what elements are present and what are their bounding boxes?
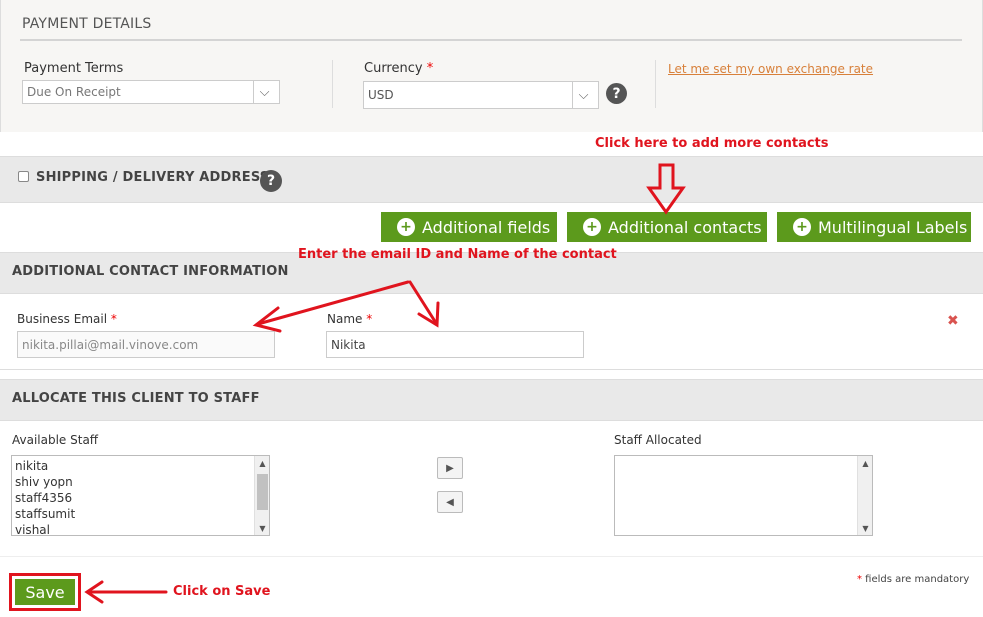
multilingual-labels-label: Multilingual Labels [818, 217, 968, 237]
payment-terms-value: Due On Receipt [27, 85, 121, 99]
divider [332, 60, 333, 108]
exchange-rate-link[interactable]: Let me set my own exchange rate [668, 62, 873, 76]
chevron-down-icon: ⌵ [572, 82, 594, 108]
save-highlight-box: Save [9, 573, 81, 611]
section-divider [20, 39, 962, 41]
additional-contacts-label: Additional contacts [608, 217, 762, 237]
staff-allocated-label: Staff Allocated [614, 433, 702, 447]
name-label: Name * [327, 312, 373, 326]
annotation-contacts-hint: Click here to add more contacts [595, 136, 829, 151]
list-item[interactable]: nikita [12, 458, 269, 474]
list-item[interactable]: staffsumit [12, 506, 269, 522]
divider [0, 556, 983, 557]
scroll-up-icon[interactable]: ▲ [255, 456, 269, 470]
payment-terms-label: Payment Terms [24, 61, 124, 76]
available-staff-list[interactable]: nikita shiv yopn staff4356 staffsumit vi… [11, 455, 270, 536]
staff-section-title: ALLOCATE THIS CLIENT TO STAFF [12, 391, 260, 406]
divider [655, 60, 656, 108]
currency-select[interactable]: USD ⌵ [363, 81, 599, 109]
shipping-title: SHIPPING / DELIVERY ADDRESS [36, 170, 270, 185]
scrollbar-thumb[interactable] [257, 474, 268, 510]
scroll-down-icon[interactable]: ▼ [255, 521, 269, 535]
shipping-help-icon[interactable]: ? [260, 170, 282, 192]
payment-details-title: PAYMENT DETAILS [22, 16, 152, 32]
save-button[interactable]: Save [15, 579, 75, 605]
currency-help-icon[interactable]: ? [606, 83, 627, 104]
mandatory-note: * fields are mandatory [857, 574, 970, 585]
divider [0, 369, 983, 370]
plus-circle-icon: + [583, 218, 601, 236]
scrollbar[interactable]: ▲ ▼ [254, 456, 269, 535]
annotation-email-hint: Enter the email ID and Name of the conta… [298, 247, 617, 262]
list-item[interactable]: staff4356 [12, 490, 269, 506]
list-item[interactable]: vishal [12, 522, 269, 535]
shipping-checkbox[interactable] [18, 171, 29, 182]
annotation-save-hint: Click on Save [173, 584, 271, 599]
business-email-input[interactable]: nikita.pillai@mail.vinove.com [17, 331, 275, 358]
multilingual-labels-button[interactable]: + Multilingual Labels [777, 212, 971, 242]
payment-terms-select[interactable]: Due On Receipt ⌵ [22, 80, 280, 104]
arrow-to-save [84, 580, 168, 604]
currency-value: USD [368, 88, 394, 102]
chevron-down-icon: ⌵ [253, 81, 275, 103]
scrollbar[interactable]: ▲ ▼ [857, 456, 872, 535]
scroll-up-icon[interactable]: ▲ [858, 456, 873, 470]
additional-contacts-button[interactable]: + Additional contacts [567, 212, 767, 242]
business-email-label: Business Email * [17, 312, 117, 326]
additional-fields-label: Additional fields [422, 217, 551, 237]
staff-allocated-list[interactable]: ▲ ▼ [614, 455, 873, 536]
available-staff-label: Available Staff [12, 433, 99, 447]
move-right-button[interactable]: ▶ [437, 457, 463, 479]
contact-section-title: ADDITIONAL CONTACT INFORMATION [12, 264, 289, 279]
plus-circle-icon: + [397, 218, 415, 236]
plus-circle-icon: + [793, 218, 811, 236]
scroll-down-icon[interactable]: ▼ [858, 521, 873, 535]
name-input[interactable]: Nikita [326, 331, 584, 358]
list-item[interactable]: shiv yopn [12, 474, 269, 490]
remove-contact-icon[interactable]: ✖ [947, 313, 959, 329]
additional-fields-button[interactable]: + Additional fields [381, 212, 557, 242]
currency-label: Currency * [364, 61, 434, 76]
move-left-button[interactable]: ◀ [437, 491, 463, 513]
